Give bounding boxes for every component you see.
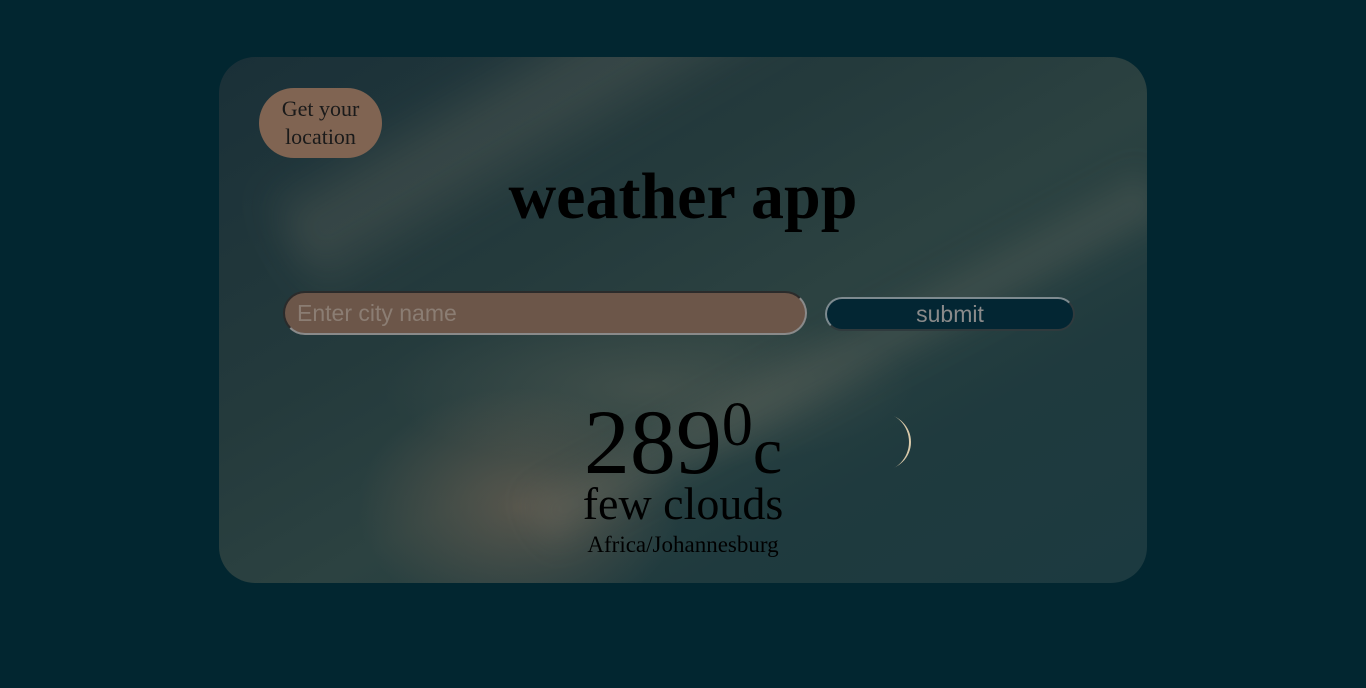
get-location-button[interactable]: Get your location — [259, 88, 382, 158]
city-search-input[interactable] — [283, 291, 807, 335]
degree-symbol: 0 — [721, 391, 753, 459]
weather-description: few clouds — [582, 478, 784, 529]
get-location-label: Get your location — [281, 96, 360, 149]
weather-card: Get your location weather app submit 289… — [219, 57, 1147, 583]
submit-button[interactable]: submit — [825, 297, 1075, 331]
timezone-label: Africa/Johannesburg — [587, 532, 779, 557]
app-title: weather app — [508, 160, 858, 233]
